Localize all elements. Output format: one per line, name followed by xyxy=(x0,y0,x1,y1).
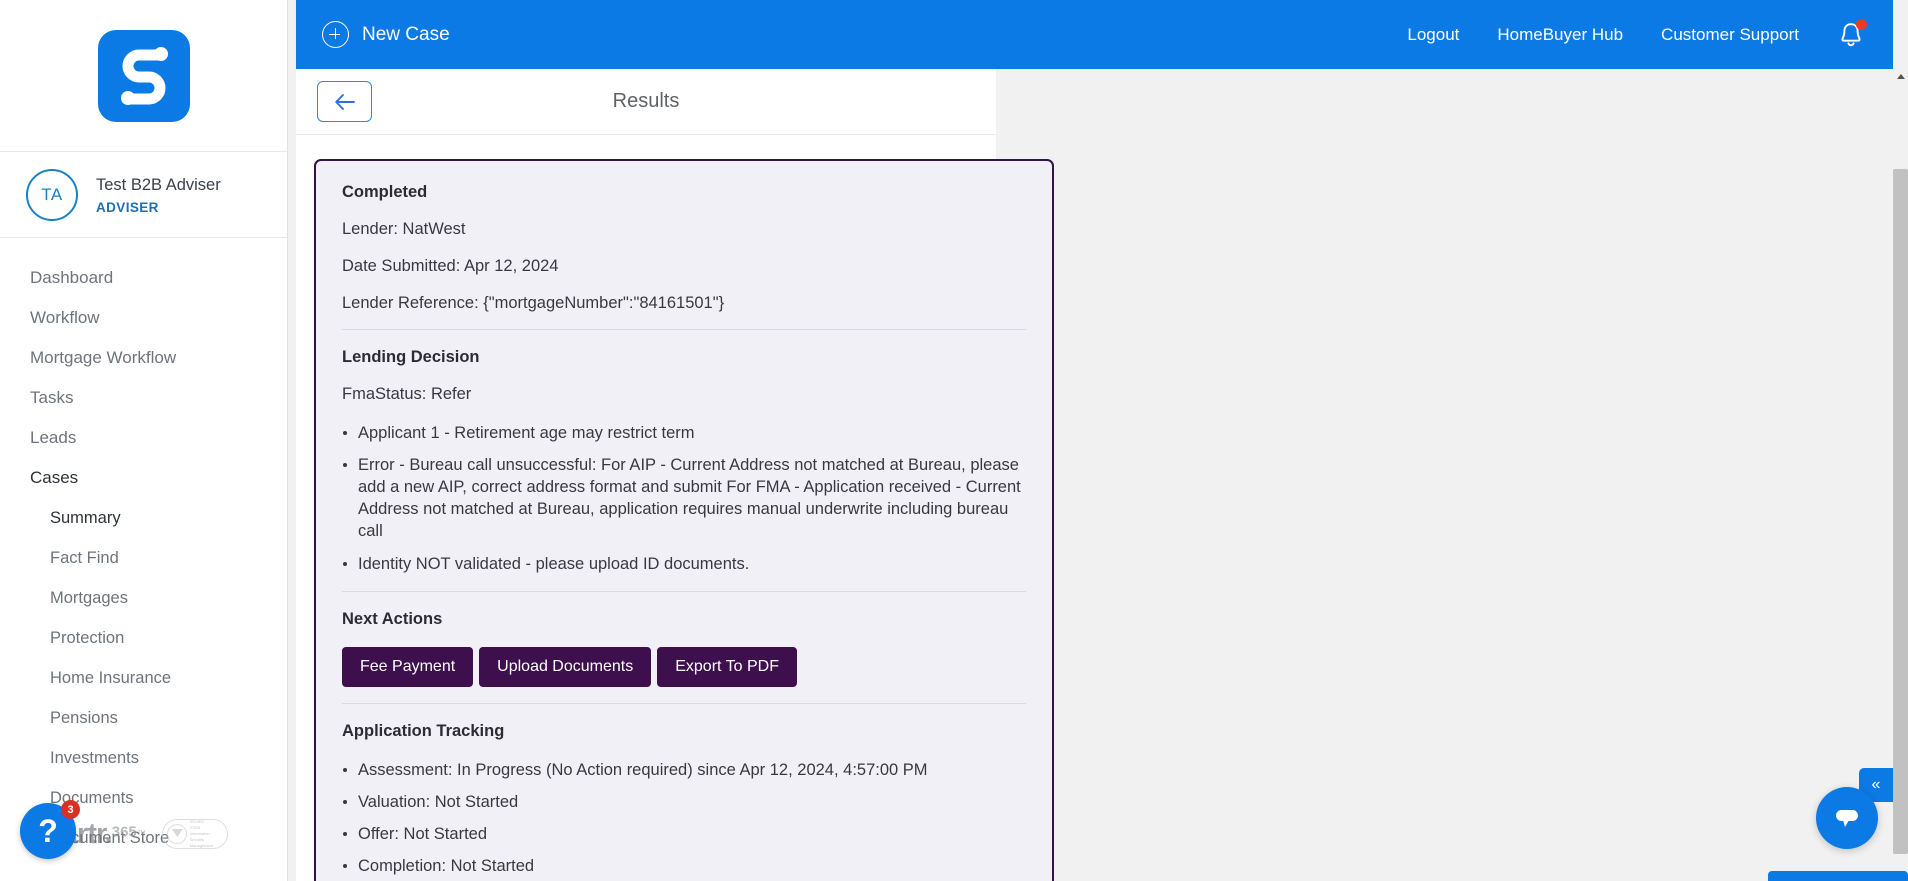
notifications-button[interactable] xyxy=(1837,18,1867,50)
plus-circle-icon xyxy=(322,21,349,48)
list-item: Offer: Not Started xyxy=(342,823,1026,845)
sidebar-item-mortgage-workflow[interactable]: Mortgage Workflow xyxy=(0,338,287,378)
panel-header: Results xyxy=(296,69,996,135)
new-case-button[interactable]: New Case xyxy=(322,21,450,48)
page-scrollbar[interactable] xyxy=(1893,69,1908,881)
sidebar-item-tasks[interactable]: Tasks xyxy=(0,378,287,418)
date-submitted-line: Date Submitted: Apr 12, 2024 xyxy=(342,257,559,275)
lender-line: Lender: NatWest xyxy=(342,220,466,238)
notification-indicator-dot xyxy=(1856,18,1867,30)
sidebar-item-label: Pensions xyxy=(50,708,118,727)
sidebar-item-pensions[interactable]: Pensions xyxy=(0,698,287,738)
results-panel: Results Completed Lender: NatWest Date S… xyxy=(296,69,1054,881)
lending-decision-section: Lending Decision FmaStatus: Refer Applic… xyxy=(342,329,1026,591)
sidebar-item-home-insurance[interactable]: Home Insurance xyxy=(0,658,287,698)
top-nav-links: Logout HomeBuyer Hub Customer Support xyxy=(1407,18,1867,50)
sidebar-item-protection[interactable]: Protection xyxy=(0,618,287,658)
next-actions-heading: Next Actions xyxy=(342,609,443,628)
sidebar-item-label: Fact Find xyxy=(50,548,119,567)
top-navigation-bar: New Case Logout HomeBuyer Hub Customer S… xyxy=(296,0,1893,69)
sidebar-item-label: Leads xyxy=(30,428,77,447)
smartr-logo-icon xyxy=(97,29,190,122)
list-item: Applicant 1 - Retirement age may restric… xyxy=(342,422,1026,444)
scrollbar-thumb[interactable] xyxy=(1893,169,1908,854)
application-tracking-heading: Application Tracking xyxy=(342,721,505,740)
bsi-kitemark-icon xyxy=(166,824,187,844)
sidebar-item-leads[interactable]: Leads xyxy=(0,418,287,458)
scroll-up-arrow-icon[interactable] xyxy=(1893,69,1908,84)
sidebar-item-summary[interactable]: Summary xyxy=(0,498,287,538)
export-to-pdf-button[interactable]: Export To PDF xyxy=(657,646,797,687)
application-result-card: Completed Lender: NatWest Date Submitted… xyxy=(314,159,1054,881)
sidebar-item-label: Dashboard xyxy=(30,268,114,287)
chevron-left-icon: « xyxy=(1871,776,1881,793)
sidebar-item-mortgages[interactable]: Mortgages xyxy=(0,578,287,618)
fee-payment-button[interactable]: Fee Payment xyxy=(342,646,474,687)
sidebar-item-label: Mortgages xyxy=(50,588,128,607)
lending-decision-list: Applicant 1 - Retirement age may restric… xyxy=(342,422,1026,575)
nav-link-logout[interactable]: Logout xyxy=(1407,25,1459,45)
sidebar-item-investments[interactable]: Investments xyxy=(0,738,287,778)
sidebar-item-label: Summary xyxy=(50,508,121,527)
avatar: TA xyxy=(26,168,78,221)
fma-status-line: FmaStatus: Refer xyxy=(342,385,472,403)
help-badge-count: 3 xyxy=(61,800,80,819)
application-tracking-section: Application Tracking Assessment: In Prog… xyxy=(342,702,1026,881)
new-case-label: New Case xyxy=(362,23,450,45)
sidebar-item-label: Cases xyxy=(30,468,79,487)
sidebar-item-label: Investments xyxy=(50,748,139,767)
upload-documents-button[interactable]: Upload Documents xyxy=(479,646,652,687)
page-title: Results xyxy=(612,90,680,112)
back-button[interactable] xyxy=(317,81,372,122)
list-item: Error - Bureau call unsuccessful: For AI… xyxy=(342,454,1026,542)
user-name: Test B2B Adviser xyxy=(96,176,221,195)
iso-certification-badge: ISO/IEC 27001 Information Security Manag… xyxy=(161,819,228,849)
sidebar-item-label: Tasks xyxy=(30,388,74,407)
arrow-left-icon xyxy=(334,93,355,110)
user-profile[interactable]: TA Test B2B Adviser ADVISER xyxy=(0,152,287,238)
next-actions-buttons: Fee Payment Upload Documents Export To P… xyxy=(342,646,1026,687)
brand-logo[interactable] xyxy=(0,0,287,152)
list-item: Identity NOT validated - please upload I… xyxy=(342,553,1026,575)
chat-widget-button[interactable] xyxy=(1816,787,1878,849)
application-tracking-list: Assessment: In Progress (No Action requi… xyxy=(342,759,1026,877)
sidebar-item-label: Protection xyxy=(50,628,125,647)
sidebar-item-workflow[interactable]: Workflow xyxy=(0,298,287,338)
sidebar-nav: Dashboard Workflow Mortgage Workflow Tasks L… xyxy=(0,238,287,858)
iso-badge-text: ISO/IEC 27001 Information Security Manag… xyxy=(189,820,223,848)
sidebar-item-label: Mortgage Workflow xyxy=(30,348,177,367)
sidebar-item-label: Home Insurance xyxy=(50,668,172,687)
nav-link-customer-support[interactable]: Customer Support xyxy=(1661,25,1799,45)
footer-brand-tm: ™ xyxy=(136,828,146,839)
next-actions-section: Next Actions Fee Payment Upload Document… xyxy=(342,590,1026,703)
user-role: ADVISER xyxy=(96,199,159,215)
sidebar-item-fact-find[interactable]: Fact Find xyxy=(0,538,287,578)
sidebar-item-cases[interactable]: Cases xyxy=(0,458,287,498)
question-mark-icon: ? xyxy=(38,812,58,849)
nav-link-homebuyer-hub[interactable]: HomeBuyer Hub xyxy=(1497,25,1623,45)
chat-bubble-icon xyxy=(1836,810,1858,827)
sidebar-item-dashboard[interactable]: Dashboard xyxy=(0,258,287,298)
iso-sub: Information Security Management xyxy=(189,831,214,848)
bottom-chat-strip[interactable] xyxy=(1768,871,1908,881)
sidebar: TA Test B2B Adviser ADVISER Dashboard Wor… xyxy=(0,0,288,881)
list-item: Valuation: Not Started xyxy=(342,791,1026,813)
sidebar-item-label: Workflow xyxy=(30,308,100,327)
list-item: Completion: Not Started xyxy=(342,855,1026,877)
help-button[interactable]: ? 3 xyxy=(20,800,80,859)
status-section: Completed Lender: NatWest Date Submitted… xyxy=(342,183,1026,329)
list-item: Assessment: In Progress (No Action requi… xyxy=(342,759,1026,781)
user-meta: Test B2B Adviser ADVISER xyxy=(96,174,221,214)
status-heading: Completed xyxy=(342,183,428,201)
lending-decision-heading: Lending Decision xyxy=(342,348,480,366)
footer-brand-sup: 365 xyxy=(111,823,137,841)
lender-reference-line: Lender Reference: {"mortgageNumber":"841… xyxy=(342,294,725,312)
